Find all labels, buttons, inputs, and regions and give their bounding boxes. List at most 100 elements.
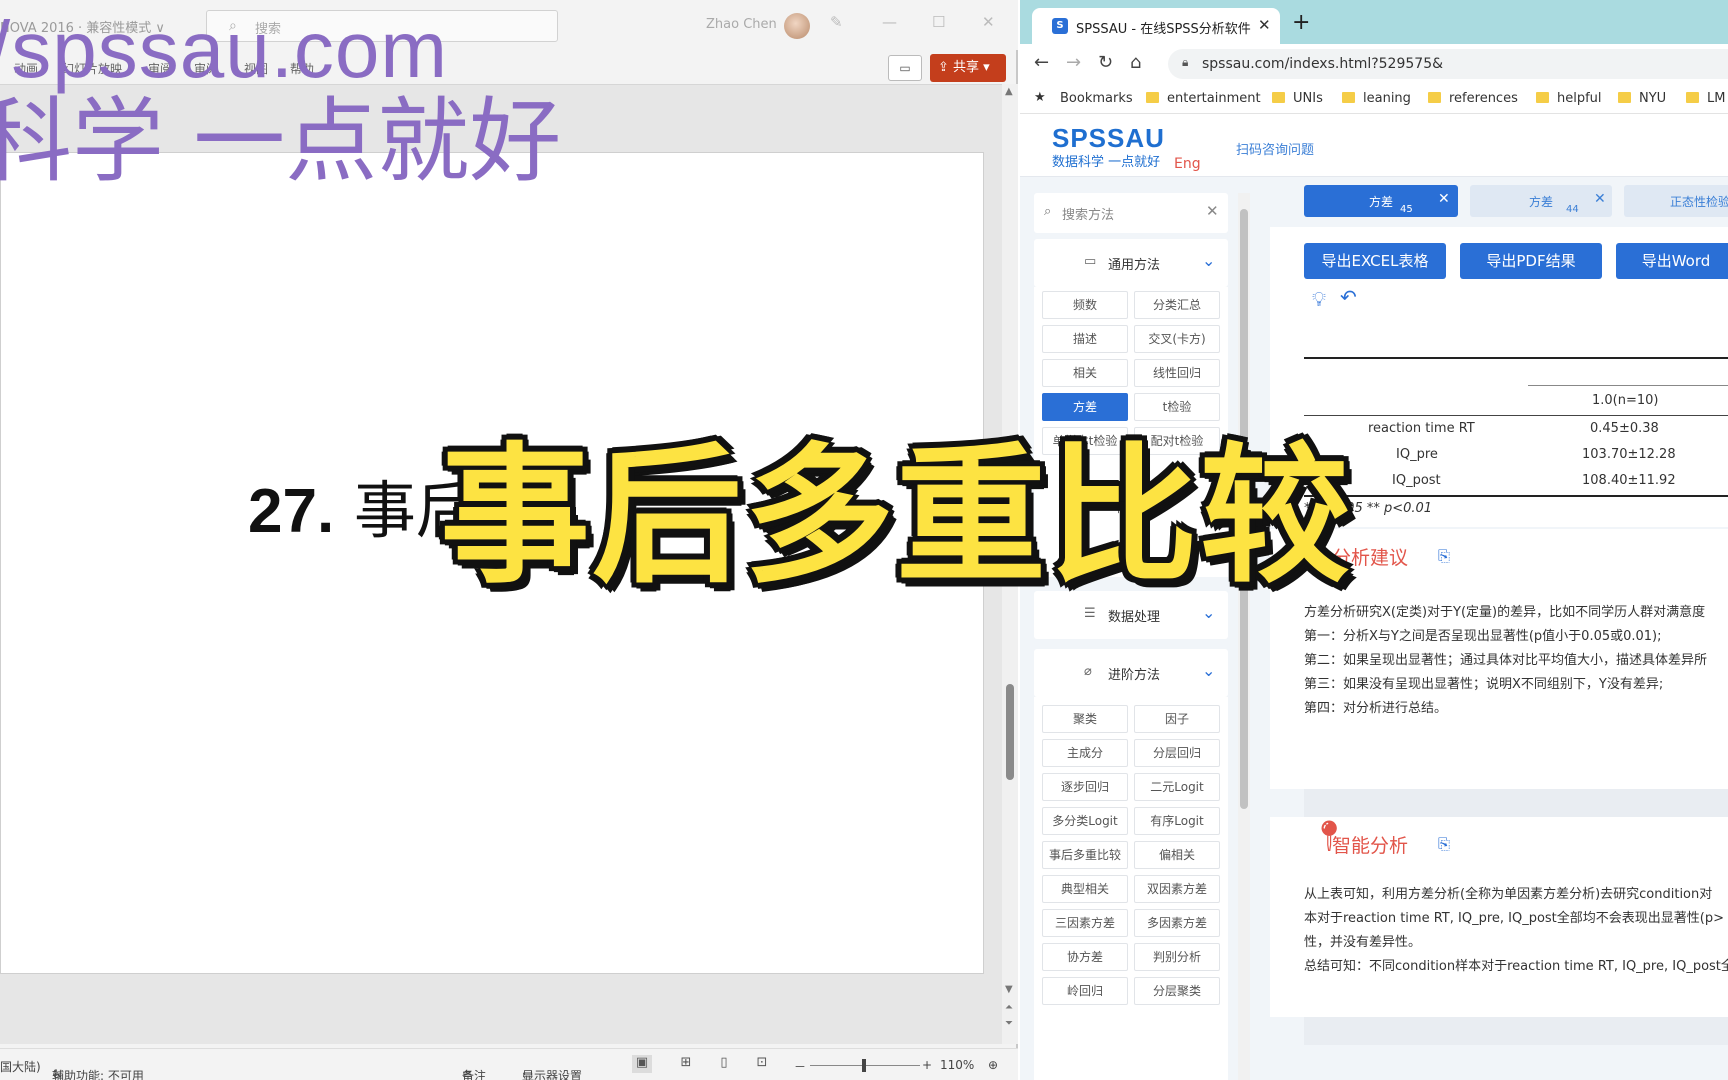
share-button[interactable]: ⇪ 共享 ▾ bbox=[930, 54, 1006, 82]
minimize-icon[interactable]: — bbox=[882, 13, 897, 31]
scan-consult-link[interactable]: 扫码咨询问题 bbox=[1236, 139, 1314, 158]
language-link[interactable]: Eng bbox=[1174, 156, 1201, 172]
method-button[interactable]: 事后多重比较 bbox=[1042, 841, 1128, 869]
next-slide-icon[interactable]: ⏷ bbox=[1005, 1018, 1013, 1029]
bookmark-folder-entertainment[interactable]: entertainment bbox=[1146, 91, 1261, 106]
bookmark-folder-nyu[interactable]: NYU bbox=[1618, 91, 1666, 106]
normal-view-icon[interactable]: ▣ bbox=[632, 1055, 652, 1073]
method-search-input[interactable]: ⌕ 搜索方法 ✕ bbox=[1034, 193, 1228, 233]
section-label: 进阶方法 bbox=[1108, 668, 1161, 683]
reading-view-icon[interactable]: ▯ bbox=[714, 1055, 734, 1073]
method-button[interactable]: 多分类Logit bbox=[1042, 807, 1128, 835]
status-language[interactable]: 国大陆) bbox=[0, 1058, 41, 1075]
method-button[interactable]: 多因素方差 bbox=[1134, 909, 1220, 937]
maximize-icon[interactable]: ☐ bbox=[932, 13, 945, 31]
method-button[interactable]: t检验 bbox=[1134, 393, 1220, 421]
method-button-active[interactable]: 方差 bbox=[1042, 393, 1128, 421]
method-button[interactable]: 逐步回归 bbox=[1042, 773, 1128, 801]
zoom-out-button[interactable]: － bbox=[794, 1058, 806, 1075]
comment-button[interactable]: ▭ bbox=[888, 55, 922, 81]
zoom-level[interactable]: 110% bbox=[940, 1058, 974, 1072]
sidebar-scrollbar[interactable] bbox=[1238, 193, 1250, 1080]
method-button[interactable]: 协方差 bbox=[1042, 943, 1128, 971]
share-label: 共享 bbox=[953, 60, 980, 75]
method-button[interactable]: 有序Logit bbox=[1134, 807, 1220, 835]
result-tab-active[interactable]: 方差 45 ✕ bbox=[1304, 185, 1458, 217]
site-logo[interactable]: SPSSAU bbox=[1052, 123, 1165, 154]
bookmark-folder-helpful[interactable]: helpful bbox=[1536, 91, 1602, 106]
bookmark-item[interactable]: Bookmarks bbox=[1060, 91, 1133, 106]
method-button[interactable]: 岭回归 bbox=[1042, 977, 1128, 1005]
method-button[interactable]: 分类汇总 bbox=[1134, 291, 1220, 319]
method-button[interactable]: 主成分 bbox=[1042, 739, 1128, 767]
home-icon[interactable]: ⌂ bbox=[1130, 52, 1141, 73]
back-icon[interactable]: ← bbox=[1034, 52, 1049, 73]
lightbulb-icon[interactable]: 💡︎ bbox=[1312, 287, 1326, 311]
method-button[interactable]: 频数 bbox=[1042, 291, 1128, 319]
new-tab-icon[interactable]: + bbox=[1292, 10, 1310, 35]
close-icon[interactable]: ✕ bbox=[982, 13, 995, 31]
method-button[interactable]: 描述 bbox=[1042, 325, 1128, 353]
fit-slide-icon[interactable]: ⊕ bbox=[988, 1058, 998, 1072]
close-tab-icon[interactable]: ✕ bbox=[1594, 191, 1606, 207]
clear-search-icon[interactable]: ✕ bbox=[1206, 202, 1219, 220]
section-divider bbox=[1304, 789, 1728, 817]
table-bottom-rule bbox=[1304, 495, 1728, 497]
section-divider bbox=[1304, 1017, 1728, 1045]
forward-icon[interactable]: → bbox=[1066, 52, 1081, 73]
copy-icon[interactable]: ⎘ bbox=[1438, 835, 1450, 853]
lock-icon[interactable]: 🔒︎ bbox=[1182, 55, 1188, 70]
method-button[interactable]: 因子 bbox=[1134, 705, 1220, 733]
method-button[interactable]: 交叉(卡方) bbox=[1134, 325, 1220, 353]
method-button[interactable]: 聚类 bbox=[1042, 705, 1128, 733]
method-button[interactable]: 双因素方差 bbox=[1134, 875, 1220, 903]
section-general-methods[interactable]: ▭ 通用方法 ⌄ bbox=[1034, 239, 1228, 287]
scroll-thumb[interactable] bbox=[1006, 684, 1014, 780]
slideshow-icon[interactable]: ⊡ bbox=[752, 1055, 772, 1073]
bookmark-folder-leaning[interactable]: leaning bbox=[1342, 91, 1411, 106]
slide-sorter-icon[interactable]: ⊞ bbox=[676, 1055, 696, 1073]
method-button[interactable]: 三因素方差 bbox=[1042, 909, 1128, 937]
method-button[interactable]: 典型相关 bbox=[1042, 875, 1128, 903]
address-bar[interactable]: 🔒︎ spssau.com/indexs.html?529575& bbox=[1168, 49, 1728, 79]
result-tab[interactable]: 方差 44 ✕ bbox=[1470, 185, 1612, 217]
method-button[interactable]: 判别分析 bbox=[1134, 943, 1220, 971]
search-icon: ⌕ bbox=[1044, 204, 1052, 219]
chevron-down-icon[interactable]: ⌄ bbox=[1202, 251, 1215, 270]
method-button[interactable]: 相关 bbox=[1042, 359, 1128, 387]
bookmark-folder-references[interactable]: references bbox=[1428, 91, 1518, 106]
table-row-name: reaction time RT bbox=[1368, 421, 1475, 436]
avatar[interactable] bbox=[784, 13, 810, 39]
bookmark-folder-lm[interactable]: LM bbox=[1686, 91, 1725, 106]
watermark-url: /spssau.com bbox=[0, 5, 449, 94]
result-tab[interactable]: 正态性检验 4 bbox=[1624, 185, 1728, 217]
section-label: 数据处理 bbox=[1108, 610, 1161, 625]
export-excel-button[interactable]: 导出EXCEL表格 bbox=[1304, 243, 1446, 279]
undo-icon[interactable]: ↶ bbox=[1340, 285, 1357, 309]
video-title-overlay: 事后多重比较 bbox=[440, 430, 1353, 604]
copy-icon[interactable]: ⎘ bbox=[1438, 547, 1450, 565]
bookmark-folder-unis[interactable]: UNIs bbox=[1272, 91, 1323, 106]
scroll-up-icon[interactable]: ▲ bbox=[1005, 86, 1013, 97]
zoom-in-button[interactable]: + bbox=[922, 1058, 932, 1072]
method-button[interactable]: 线性回归 bbox=[1134, 359, 1220, 387]
scroll-down-icon[interactable]: ▼ bbox=[1005, 984, 1013, 995]
method-button[interactable]: 分层聚类 bbox=[1134, 977, 1220, 1005]
prev-slide-icon[interactable]: ⏶ bbox=[1005, 1002, 1013, 1013]
method-button[interactable]: 偏相关 bbox=[1134, 841, 1220, 869]
chevron-down-icon[interactable]: ⌄ bbox=[1202, 661, 1215, 680]
chevron-down-icon[interactable]: ⌄ bbox=[1202, 603, 1215, 622]
method-button[interactable]: 二元Logit bbox=[1134, 773, 1220, 801]
tab-count: 44 bbox=[1566, 204, 1579, 215]
zoom-slider-knob[interactable] bbox=[862, 1059, 866, 1072]
method-button[interactable]: 分层回归 bbox=[1134, 739, 1220, 767]
tab-label: 方差 bbox=[1528, 195, 1553, 209]
section-advanced-methods[interactable]: ⌀ 进阶方法 ⌄ bbox=[1034, 649, 1228, 697]
export-word-button[interactable]: 导出Word bbox=[1616, 243, 1728, 279]
reload-icon[interactable]: ↻ bbox=[1098, 52, 1113, 73]
close-tab-icon[interactable]: ✕ bbox=[1258, 16, 1271, 34]
pen-icon[interactable]: ✎ bbox=[830, 13, 843, 31]
browser-tab[interactable]: S SPSSAU - 在线SPSS分析软件 ✕ bbox=[1032, 8, 1280, 44]
export-pdf-button[interactable]: 导出PDF结果 bbox=[1460, 243, 1602, 279]
close-tab-icon[interactable]: ✕ bbox=[1438, 191, 1450, 207]
